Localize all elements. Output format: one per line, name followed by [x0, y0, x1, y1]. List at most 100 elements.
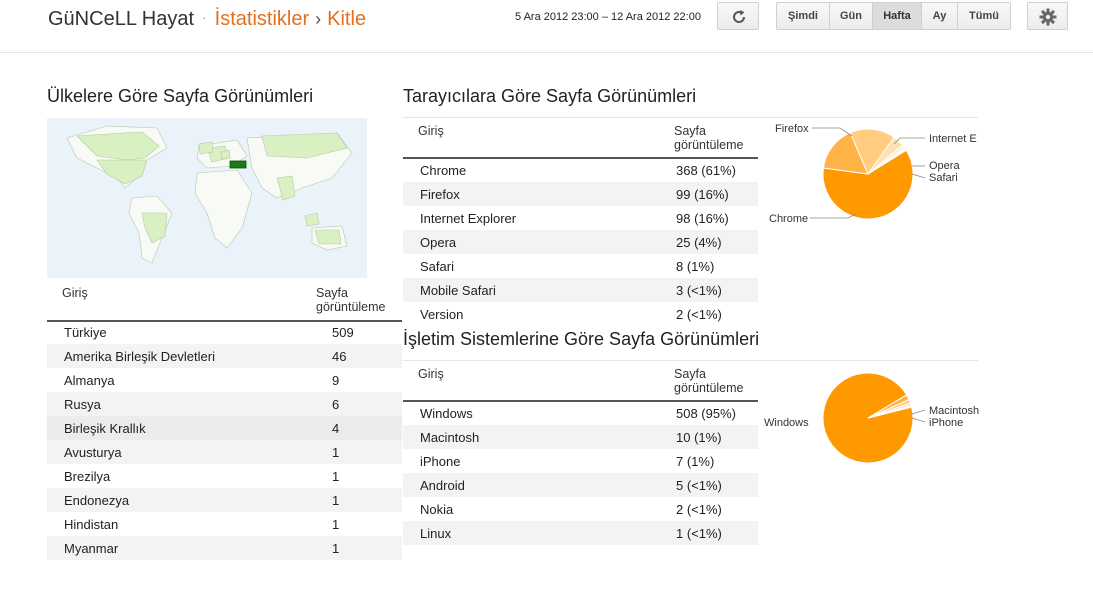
pie-leader-line — [911, 173, 926, 179]
row-value: 1 — [316, 440, 402, 464]
table-row: Brezilya 1 — [47, 464, 402, 488]
row-label: iPhone — [420, 453, 461, 469]
gear-icon — [1039, 8, 1057, 26]
pie-label-windows: Windows — [764, 417, 809, 429]
pie-leader-line — [911, 409, 926, 415]
breadcrumb: GüNCeLL Hayat · İstatistikler › Kitle — [48, 8, 366, 31]
pie-label-firefox: Firefox — [775, 123, 809, 135]
table-row: Firefox 99 (16%) — [403, 182, 758, 206]
world-map — [47, 118, 367, 278]
row-value: 1 — [316, 488, 402, 512]
row-value: 6 — [316, 392, 402, 416]
row-value: 8 (1%) — [676, 258, 715, 274]
row-label: Version — [420, 306, 464, 322]
row-value: 25 (4%) — [673, 230, 758, 254]
browsers-title: Tarayıcılara Göre Sayfa Görünümleri — [403, 86, 697, 106]
countries-header-line — [47, 320, 402, 322]
refresh-button[interactable] — [717, 2, 759, 30]
pie-label-internet-explorer: Internet E — [929, 133, 977, 145]
row-value: 2 (<1%) — [676, 306, 722, 322]
countries-table: Giriş Sayfa görüntüleme Türkiye 509 Ameri… — [47, 282, 402, 560]
settings-button[interactable] — [1027, 2, 1068, 30]
range-all-button[interactable]: Tümü — [958, 3, 1010, 29]
table-row: Avusturya 1 — [47, 440, 402, 464]
table-row: Windows 508 (95%) — [403, 401, 758, 425]
os-col-entry: Giriş — [418, 367, 444, 381]
row-label: Almanya — [64, 372, 115, 388]
row-value: 10 (1%) — [673, 425, 758, 449]
date-range: 5 Ara 2012 23:00 – 12 Ara 2012 22:00 — [515, 11, 701, 23]
pie-label-iphone: iPhone — [929, 417, 964, 429]
row-value: 1 — [316, 536, 402, 560]
range-month-button[interactable]: Ay — [922, 3, 958, 29]
row-label: Hindistan — [64, 516, 119, 532]
row-value: 46 — [316, 344, 402, 368]
top-bar: GüNCeLL Hayat · İstatistikler › Kitle 5 Ara … — [0, 0, 1093, 53]
breadcrumb-dot: · — [202, 9, 207, 25]
table-row: Rusya 6 — [47, 392, 402, 416]
table-row: Türkiye 509 — [47, 320, 402, 344]
os-table: Giriş Sayfa görüntüleme Windows 508 (95%)… — [403, 363, 758, 545]
row-value: 1 — [332, 516, 340, 532]
table-row: Safari 8 (1%) — [403, 254, 758, 278]
row-label: Opera — [403, 230, 673, 254]
row-label: Birleşik Krallık — [47, 416, 316, 440]
row-value: 7 (1%) — [676, 453, 715, 469]
row-value: 9 — [332, 372, 340, 388]
table-row: Android 5 (<1%) — [403, 473, 758, 497]
range-week-button[interactable]: Hafta — [873, 3, 922, 29]
browsers-col-entry: Giriş — [418, 124, 444, 138]
pie-leader-line — [911, 417, 926, 423]
row-value: 99 (16%) — [673, 182, 758, 206]
pie-label-safari: Safari — [929, 172, 958, 184]
row-label: Safari — [420, 258, 454, 274]
countries-title: Ülkelere Göre Sayfa Görünümleri — [47, 86, 314, 106]
row-label: Endonezya — [47, 488, 316, 512]
range-now-button[interactable]: Şimdi — [777, 3, 830, 29]
row-label: Mobile Safari — [403, 278, 673, 302]
world-map-graphic — [47, 118, 367, 278]
row-label: Brezilya — [64, 468, 111, 484]
browsers-table: Giriş Sayfa görüntüleme Chrome 368 (61%) … — [403, 120, 758, 326]
table-row: Endonezya 1 — [47, 488, 402, 512]
browsers-header-line — [403, 157, 758, 159]
table-row: Nokia 2 (<1%) — [403, 497, 758, 521]
row-value: 509 — [332, 324, 354, 340]
turkey-highlight — [229, 160, 247, 169]
breadcrumb-stats[interactable]: İstatistikler — [215, 8, 309, 30]
row-label: Chrome — [420, 162, 467, 178]
browsers-col-views: Sayfa görüntüleme — [674, 124, 744, 152]
row-label: Türkiye — [64, 324, 107, 340]
table-row: Amerika Birleşik Devletleri 46 — [47, 344, 402, 368]
range-selector: Şimdi Gün Hafta Ay Tümü — [776, 2, 1011, 30]
row-label: Nokia — [420, 501, 454, 517]
countries-col-entry: Giriş — [62, 286, 88, 300]
row-label: Avusturya — [47, 440, 316, 464]
os-col-views: Sayfa görüntüleme — [674, 367, 744, 395]
row-value: 4 — [316, 416, 402, 440]
table-row: Internet Explorer 98 (16%) — [403, 206, 758, 230]
breadcrumb-audience: Kitle — [327, 8, 367, 30]
os-header-line — [403, 400, 758, 402]
row-value: 98 (16%) — [676, 210, 729, 226]
os-divider — [403, 360, 978, 361]
row-value: 1 (<1%) — [673, 521, 758, 545]
row-label: Linux — [403, 521, 673, 545]
range-day-button[interactable]: Gün — [830, 3, 873, 29]
row-label: Internet Explorer — [420, 210, 517, 226]
table-row: Mobile Safari 3 (<1%) — [403, 278, 758, 302]
row-value: 368 (61%) — [676, 162, 736, 178]
row-value: 1 — [332, 468, 340, 484]
pie-label-opera: Opera — [929, 160, 960, 172]
table-row: Opera 25 (4%) — [403, 230, 758, 254]
table-row: iPhone 7 (1%) — [403, 449, 758, 473]
refresh-icon — [733, 10, 746, 23]
row-label: Android — [403, 473, 673, 497]
blog-title[interactable]: GüNCeLL Hayat — [48, 8, 194, 30]
row-label: Rusya — [47, 392, 316, 416]
table-row: Linux 1 (<1%) — [403, 521, 758, 545]
countries-col-views: Sayfa görüntüleme — [316, 286, 386, 314]
row-label: Amerika Birleşik Devletleri — [47, 344, 316, 368]
row-value: 508 (95%) — [676, 405, 736, 421]
pie-label-macintosh: Macintosh — [929, 405, 980, 417]
